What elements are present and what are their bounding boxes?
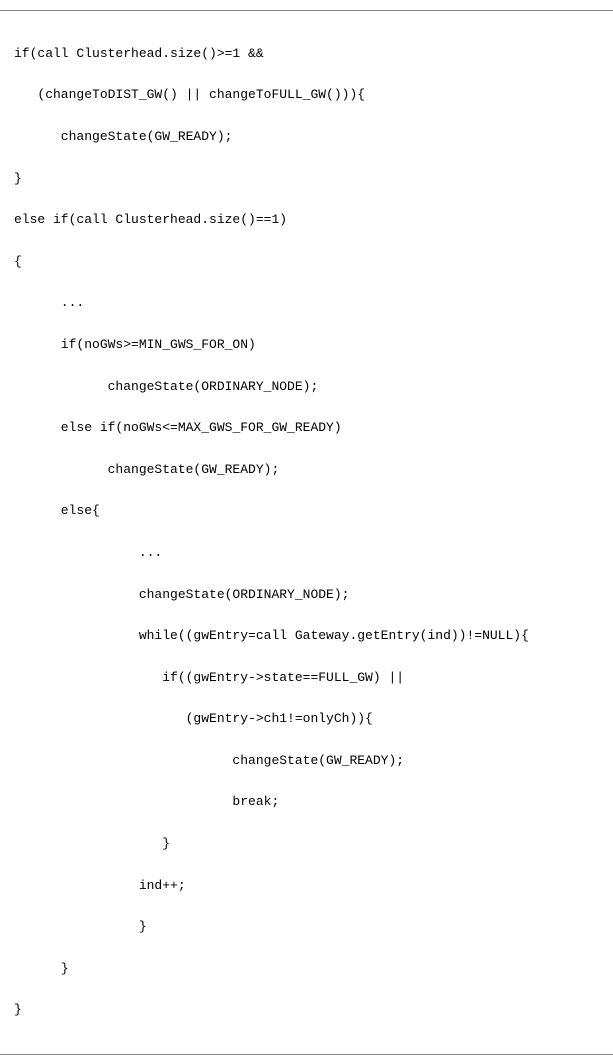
- code-line: changeState(GW_READY);: [14, 127, 613, 148]
- code-block: if(call Clusterhead.size()>=1 && (change…: [0, 10, 613, 1055]
- code-line: else if(call Clusterhead.size()==1): [14, 210, 613, 231]
- code-line: break;: [14, 792, 613, 813]
- code-line: ...: [14, 293, 613, 314]
- code-line: else{: [14, 501, 613, 522]
- code-line: }: [14, 917, 613, 938]
- code-line: }: [14, 169, 613, 190]
- code-line: while((gwEntry=call Gateway.getEntry(ind…: [14, 626, 613, 647]
- code-line: changeState(GW_READY);: [14, 751, 613, 772]
- code-line: if((gwEntry->state==FULL_GW) ||: [14, 668, 613, 689]
- code-line: ...: [14, 543, 613, 564]
- code-line: if(noGWs>=MIN_GWS_FOR_ON): [14, 335, 613, 356]
- code-line: (changeToDIST_GW() || changeToFULL_GW())…: [14, 85, 613, 106]
- code-line: }: [14, 1000, 613, 1021]
- code-line: }: [14, 959, 613, 980]
- code-line: if(call Clusterhead.size()>=1 &&: [14, 44, 613, 65]
- code-line: changeState(ORDINARY_NODE);: [14, 585, 613, 606]
- code-line: {: [14, 252, 613, 273]
- code-line: else if(noGWs<=MAX_GWS_FOR_GW_READY): [14, 418, 613, 439]
- code-line: ind++;: [14, 876, 613, 897]
- code-line: changeState(GW_READY);: [14, 460, 613, 481]
- code-line: (gwEntry->ch1!=onlyCh)){: [14, 709, 613, 730]
- code-line: }: [14, 834, 613, 855]
- code-line: changeState(ORDINARY_NODE);: [14, 377, 613, 398]
